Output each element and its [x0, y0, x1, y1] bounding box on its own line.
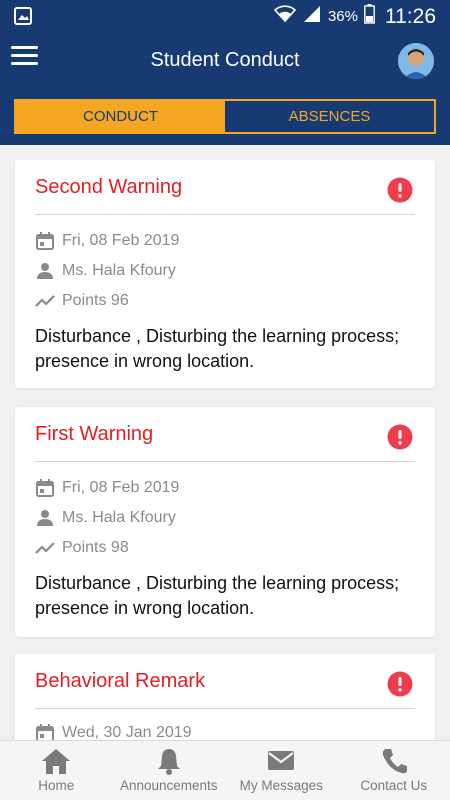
status-bar: 36% 11:26	[0, 0, 450, 33]
signal-icon	[302, 5, 322, 28]
card-date: Fri, 08 Feb 2019	[62, 232, 180, 249]
tab-conduct[interactable]: CONDUCT	[16, 101, 225, 132]
card-date: Fri, 08 Feb 2019	[62, 479, 180, 496]
mail-icon	[266, 747, 296, 778]
card-points: Points 98	[62, 539, 129, 556]
alert-icon	[387, 424, 413, 450]
card-teacher: Ms. Hala Kfoury	[62, 262, 176, 279]
nav-my-messages[interactable]: My Messages	[225, 741, 338, 800]
alert-icon	[387, 177, 413, 203]
nav-my-messages-label: My Messages	[239, 778, 323, 793]
card-description: Disturbance , Disturbing the learning pr…	[35, 573, 400, 618]
calendar-icon	[35, 723, 55, 740]
alert-icon	[387, 671, 413, 697]
segmented-tabs: CONDUCT ABSENCES	[14, 99, 436, 134]
divider	[35, 461, 415, 462]
divider	[35, 708, 415, 709]
card-title: Behavioral Remark	[35, 670, 206, 692]
nav-home[interactable]: Home	[0, 741, 113, 800]
conduct-card[interactable]: Behavioral Remark Wed, 30 Jan 2019	[15, 654, 435, 740]
nav-home-label: Home	[38, 778, 75, 793]
trending-icon	[35, 538, 55, 558]
conduct-card[interactable]: Second Warning Fri, 08 Feb 2019 Ms. Hala…	[15, 160, 435, 388]
nav-contact-us[interactable]: Contact Us	[338, 741, 450, 800]
date-row: Fri, 08 Feb 2019	[35, 478, 179, 498]
nav-contact-us-label: Contact Us	[360, 778, 428, 793]
conduct-list[interactable]: Second Warning Fri, 08 Feb 2019 Ms. Hala…	[0, 145, 450, 740]
calendar-icon	[35, 478, 55, 498]
gallery-notification-icon	[14, 7, 32, 30]
card-points: Points 96	[62, 292, 129, 309]
bell-icon	[154, 747, 184, 778]
page-title: Student Conduct	[150, 49, 300, 71]
conduct-card[interactable]: First Warning Fri, 08 Feb 2019 Ms. Hala …	[15, 407, 435, 637]
points-row: Points 96	[35, 291, 129, 311]
battery-percent: 36%	[327, 8, 358, 25]
battery-icon	[364, 4, 375, 29]
card-teacher: Ms. Hala Kfoury	[62, 509, 176, 526]
trending-icon	[35, 291, 55, 311]
phone-icon	[379, 747, 409, 778]
date-row: Wed, 30 Jan 2019	[35, 723, 192, 740]
nav-announcements[interactable]: Announcements	[113, 741, 226, 800]
nav-announcements-label: Announcements	[119, 778, 218, 793]
app-bar: Student Conduct	[0, 33, 450, 89]
wifi-icon	[273, 5, 297, 28]
tab-strip: CONDUCT ABSENCES	[0, 89, 450, 145]
date-row: Fri, 08 Feb 2019	[35, 231, 179, 251]
home-icon	[41, 747, 71, 778]
person-icon	[35, 508, 55, 528]
points-row: Points 98	[35, 538, 129, 558]
divider	[35, 214, 415, 215]
calendar-icon	[35, 231, 55, 251]
bottom-navigation: Home Announcements My Messages Contact U…	[0, 740, 450, 800]
person-icon	[35, 261, 55, 281]
card-description: Disturbance , Disturbing the learning pr…	[35, 326, 400, 371]
avatar[interactable]	[398, 43, 434, 79]
card-title: Second Warning	[35, 176, 183, 198]
clock: 11:26	[385, 4, 436, 28]
card-title: First Warning	[35, 423, 154, 445]
teacher-row: Ms. Hala Kfoury	[35, 261, 176, 281]
teacher-row: Ms. Hala Kfoury	[35, 508, 176, 528]
card-date: Wed, 30 Jan 2019	[62, 724, 192, 740]
tab-absences[interactable]: ABSENCES	[225, 101, 434, 132]
